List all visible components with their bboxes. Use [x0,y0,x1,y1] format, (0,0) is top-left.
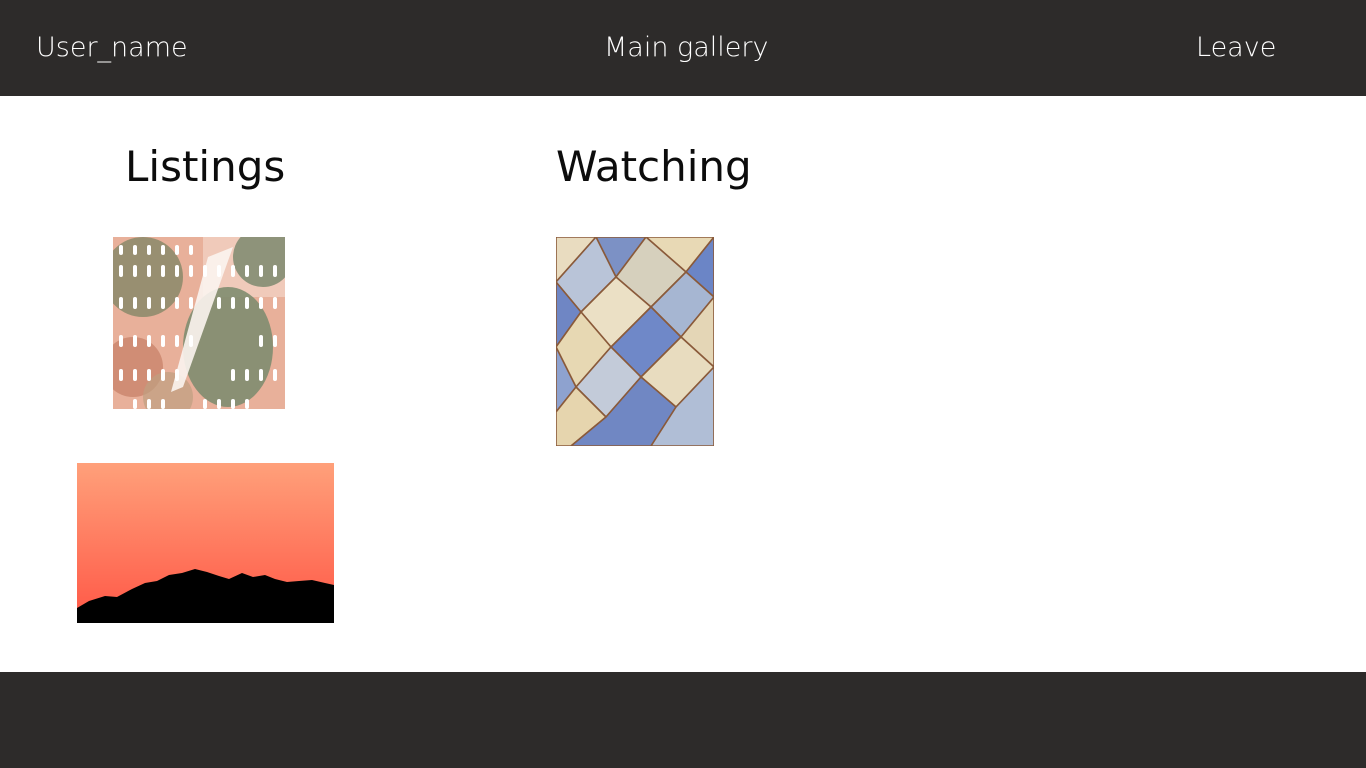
user-name-link[interactable]: User_name [36,30,188,66]
footer-bar [0,672,1366,768]
listing-artwork-watercolor[interactable] [113,237,285,409]
top-bar: User_name Main gallery Leave [0,0,1366,96]
leave-button[interactable]: Leave [1196,30,1276,66]
page-title: Main gallery [604,32,769,63]
watching-artwork-geometric[interactable] [556,237,714,446]
listings-heading: Listings [125,142,286,191]
watching-heading: Watching [556,142,752,191]
listing-artwork-sunset[interactable] [77,463,334,623]
